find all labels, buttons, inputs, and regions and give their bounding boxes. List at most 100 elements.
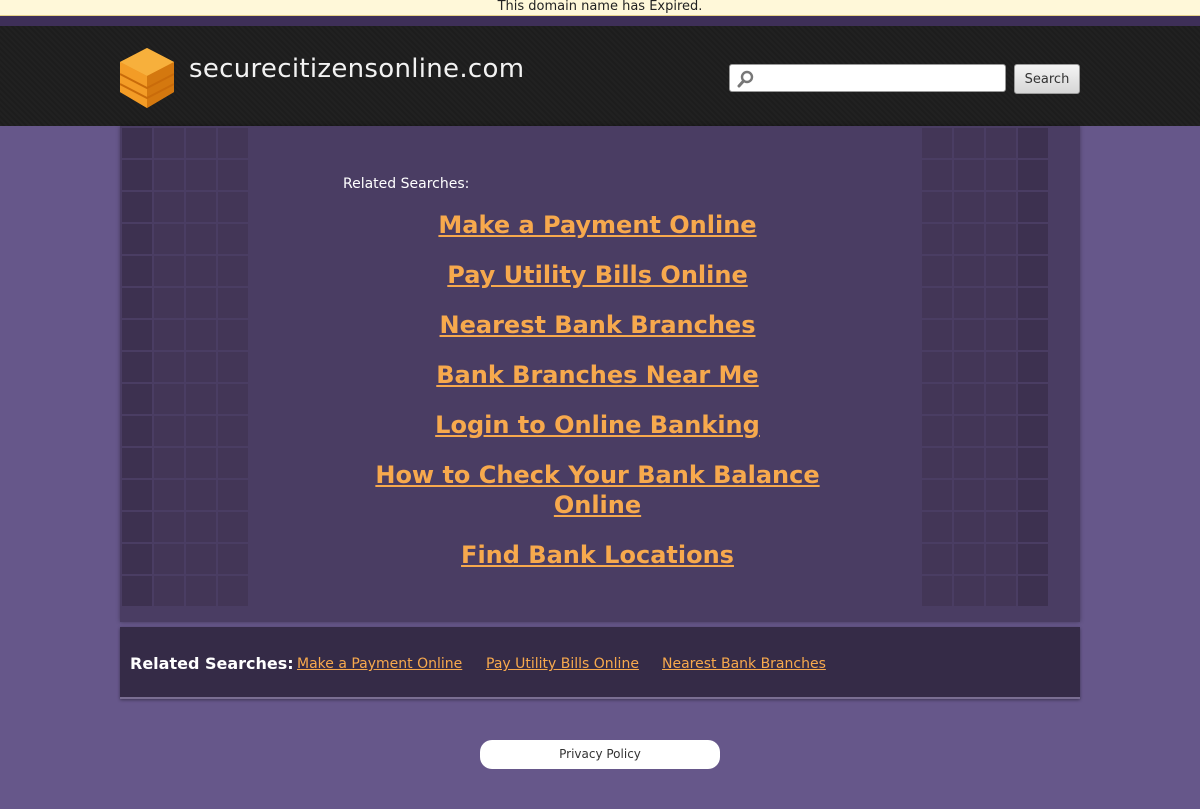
decorative-tile (218, 224, 248, 254)
decorative-tile (154, 320, 184, 350)
decorative-tile (122, 224, 152, 254)
expired-notice: This domain name has Expired. (0, 0, 1200, 16)
decorative-tile (954, 352, 984, 382)
decorative-tile (122, 416, 152, 446)
decorative-tile (154, 512, 184, 542)
decorative-tile (122, 320, 152, 350)
decorative-tile (922, 512, 952, 542)
decorative-tile (154, 256, 184, 286)
related-link[interactable]: Find Bank Locations (370, 540, 825, 570)
decorative-tile (954, 128, 984, 158)
decorative-tile (1018, 448, 1048, 478)
decorative-tile (954, 576, 984, 606)
decorative-tile (954, 512, 984, 542)
decorative-tile (986, 416, 1016, 446)
decorative-tile (154, 544, 184, 574)
decorative-tile (218, 256, 248, 286)
decorative-tile (122, 512, 152, 542)
decorative-tile (922, 320, 952, 350)
decorative-tile (250, 192, 280, 222)
decorative-tile (186, 256, 216, 286)
related-link[interactable]: Nearest Bank Branches (370, 310, 825, 340)
decorative-tile (186, 448, 216, 478)
related-link[interactable]: How to Check Your Bank Balance Online (370, 460, 825, 520)
decorative-tile (1018, 512, 1048, 542)
footer-related-label: Related Searches: (130, 654, 294, 673)
decorative-tile (218, 192, 248, 222)
decorative-grid-left (120, 126, 280, 622)
decorative-tile (250, 320, 280, 350)
decorative-tile (186, 352, 216, 382)
decorative-tile (986, 544, 1016, 574)
decorative-tile (922, 576, 952, 606)
decorative-tile (186, 576, 216, 606)
decorative-tile (1050, 416, 1080, 446)
footer-link[interactable]: Nearest Bank Branches (662, 656, 826, 672)
decorative-tile (218, 352, 248, 382)
decorative-tile (250, 576, 280, 606)
decorative-tile (154, 224, 184, 254)
related-link[interactable]: Make a Payment Online (370, 210, 825, 240)
decorative-tile (154, 160, 184, 190)
decorative-tile (1050, 384, 1080, 414)
decorative-tile (986, 128, 1016, 158)
decorative-tile (1050, 480, 1080, 510)
decorative-tile (154, 288, 184, 318)
privacy-policy-link[interactable]: Privacy Policy (480, 740, 720, 769)
decorative-tile (250, 288, 280, 318)
site-name: securecitizensonline.com (189, 54, 525, 84)
search-input[interactable] (758, 66, 1006, 92)
decorative-tile (1018, 128, 1048, 158)
decorative-tile (986, 288, 1016, 318)
decorative-tile (986, 192, 1016, 222)
decorative-tile (250, 416, 280, 446)
footer-link[interactable]: Pay Utility Bills Online (486, 656, 639, 672)
decorative-tile (186, 224, 216, 254)
decorative-tile (1018, 352, 1048, 382)
related-link[interactable]: Bank Branches Near Me (370, 360, 825, 390)
decorative-tile (186, 544, 216, 574)
decorative-tile (250, 512, 280, 542)
decorative-tile (154, 192, 184, 222)
decorative-tile (1050, 512, 1080, 542)
decorative-tile (954, 448, 984, 478)
main-panel: Related Searches: Make a Payment Online … (120, 126, 1080, 622)
decorative-tile (954, 192, 984, 222)
decorative-tile (922, 288, 952, 318)
decorative-tile (250, 480, 280, 510)
decorative-tile (218, 544, 248, 574)
decorative-tile (922, 224, 952, 254)
decorative-tile (1018, 320, 1048, 350)
decorative-tile (186, 128, 216, 158)
decorative-tile (1050, 288, 1080, 318)
decorative-tile (218, 384, 248, 414)
decorative-tile (986, 448, 1016, 478)
decorative-tile (250, 256, 280, 286)
decorative-tile (986, 352, 1016, 382)
decorative-tile (154, 576, 184, 606)
decorative-tile (122, 288, 152, 318)
decorative-tile (1050, 448, 1080, 478)
decorative-tile (154, 480, 184, 510)
related-link[interactable]: Pay Utility Bills Online (370, 260, 825, 290)
search-button[interactable]: Search (1014, 64, 1080, 94)
decorative-tile (1050, 352, 1080, 382)
decorative-tile (986, 256, 1016, 286)
decorative-tile (218, 288, 248, 318)
decorative-tile (1050, 256, 1080, 286)
decorative-tile (922, 448, 952, 478)
decorative-tile (1018, 192, 1048, 222)
decorative-tile (154, 384, 184, 414)
decorative-tile (1018, 224, 1048, 254)
decorative-tile (122, 352, 152, 382)
footer-link[interactable]: Make a Payment Online (297, 656, 462, 672)
search-icon (737, 70, 754, 88)
decorative-tile (1050, 576, 1080, 606)
decorative-tile (186, 416, 216, 446)
decorative-tile (986, 512, 1016, 542)
decorative-tile (954, 224, 984, 254)
decorative-tile (954, 320, 984, 350)
decorative-tile (954, 384, 984, 414)
decorative-tile (1018, 384, 1048, 414)
related-link[interactable]: Login to Online Banking (370, 410, 825, 440)
